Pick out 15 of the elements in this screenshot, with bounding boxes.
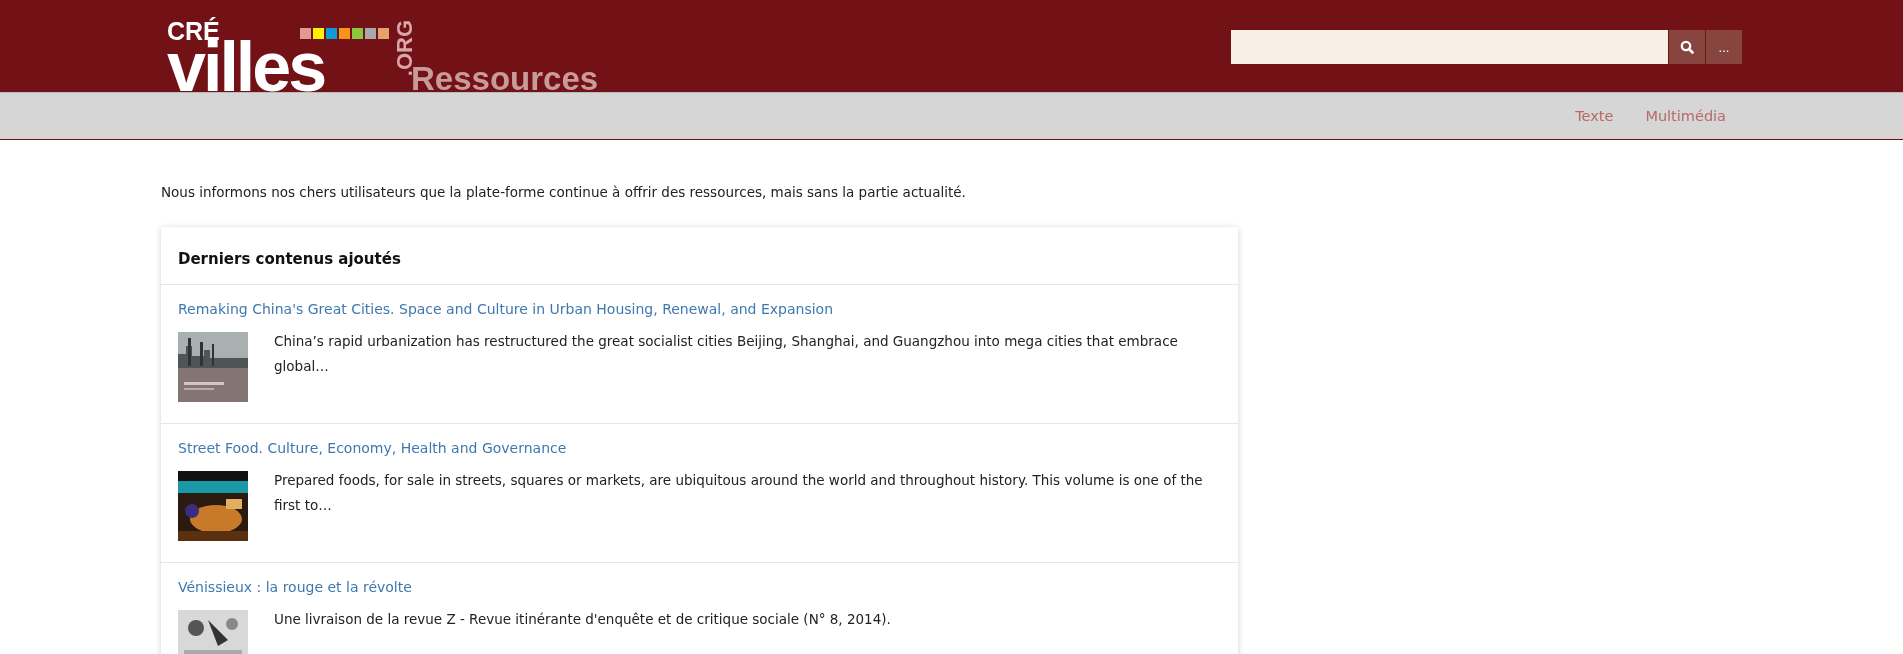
resource-summary: Une livraison de la revue Z - Revue itinérante d'enquête et de critique sociale (N° 8, 2014).	[274, 610, 891, 629]
search-button[interactable]	[1669, 30, 1705, 64]
resource-link[interactable]: Vénissieux : la rouge et la révolte	[178, 579, 412, 595]
more-button[interactable]: ...	[1706, 30, 1742, 64]
resource-summary: Prepared foods, for sale in streets, squares or markets, are ubiquitous around the world and throughout history. This volume is one of the first to…	[274, 471, 1204, 515]
notice-text: Nous informons nos chers utilisateurs que la plate-forme continue à offrir des ressources, mais sans la partie actualité.	[161, 183, 967, 202]
resource-link[interactable]: Remaking China's Great Cities. Space and Culture in Urban Housing, Renewal, and Expansion	[178, 301, 834, 317]
logo-text: villes	[167, 42, 325, 92]
resource-summary: China’s rapid urbanization has restructured the great socialist cities Beijing, Shanghai, and Guangzhou into mega cities that embrace global…	[274, 332, 1179, 376]
search-field[interactable]	[1231, 30, 1668, 64]
search-icon	[1680, 40, 1694, 54]
card-title: Derniers contenus ajoutés	[161, 227, 1238, 285]
nav-link[interactable]: Texte	[1575, 108, 1614, 124]
nav-link[interactable]: Multimédia	[1645, 108, 1726, 124]
resource-link[interactable]: Street Food. Culture, Economy, Health and Governance	[178, 440, 567, 456]
